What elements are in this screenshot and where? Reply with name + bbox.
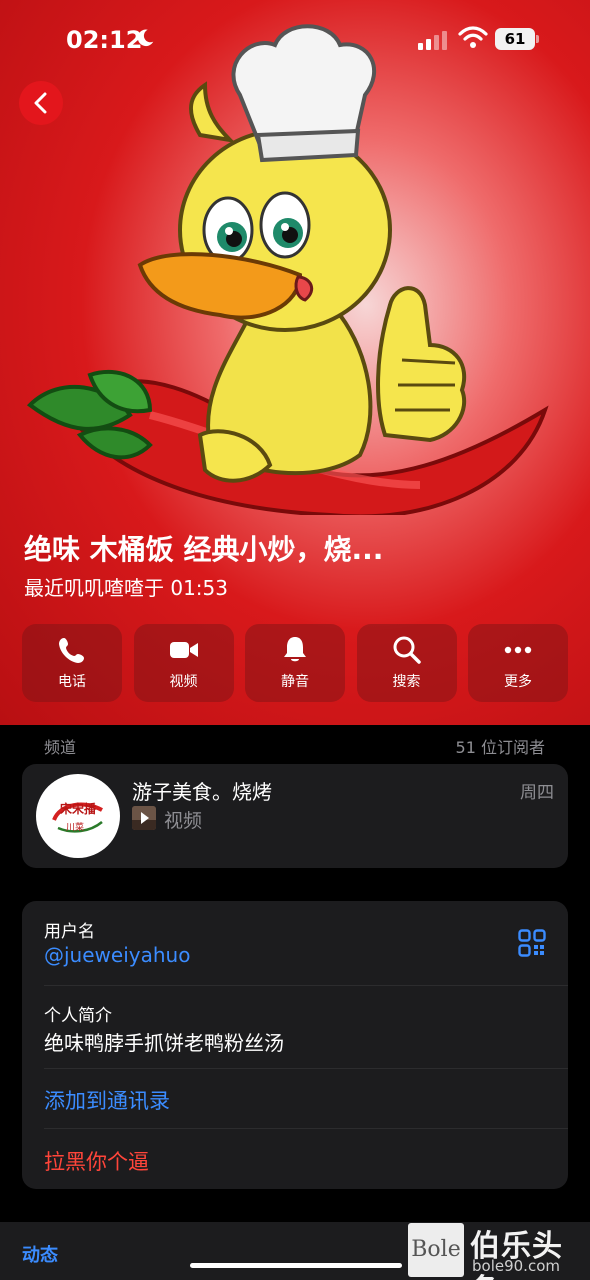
status-bar: 02:12 61 (0, 0, 590, 80)
profile-photo-duck-chef (26, 24, 549, 515)
search-label: 搜索 (392, 674, 421, 690)
profile-header: 02:12 61 绝味 木桶饭 经典小炒，烧... 最近叽叽喳喳于 01:53 (0, 0, 590, 725)
wifi-icon (458, 26, 488, 48)
back-button[interactable] (19, 81, 63, 125)
phone-icon (59, 638, 84, 663)
video-button[interactable]: 视频 (133, 624, 234, 702)
username-row[interactable]: 用户名 @jueweiyahuo (22, 901, 568, 985)
call-label: 电话 (58, 674, 86, 690)
watermark: Bole 伯乐头条 bole90.com (408, 1221, 590, 1280)
channel-avatar: 宋宋播 川菜 (36, 774, 120, 858)
more-button[interactable]: 更多 (468, 624, 568, 702)
add-to-contacts-row[interactable]: 添加到通讯录 (22, 1068, 568, 1128)
call-button[interactable]: 电话 (22, 624, 122, 702)
video-thumbnail (132, 806, 156, 830)
add-to-contacts-link[interactable]: 添加到通讯录 (44, 1085, 170, 1115)
channel-card[interactable]: 宋宋播 川菜 游子美食。烧烤 周四 视频 (22, 764, 568, 868)
channel-date: 周四 (520, 783, 554, 803)
last-seen-status: 最近叽叽喳喳于 01:53 (24, 576, 228, 600)
bell-icon (284, 637, 306, 662)
channel-logo-text-1: 宋宋播 (59, 802, 96, 816)
channel-logo-text-2: 川菜 (66, 823, 85, 833)
video-label: 视频 (169, 674, 198, 690)
channel-section-header: 频道 51 位订阅者 (0, 725, 590, 765)
more-dots-icon (504, 646, 532, 654)
watermark-logo: Bole (408, 1223, 464, 1277)
mute-button[interactable]: 静音 (245, 624, 345, 702)
battery-indicator: 61 (495, 28, 539, 50)
action-buttons: 电话 视频 静音 搜索 更多 (22, 624, 568, 702)
username-label: 用户名 (44, 922, 95, 942)
battery-level: 61 (495, 28, 535, 50)
video-camera-icon (169, 642, 198, 658)
block-user-link[interactable]: 拉黑你个逼 (44, 1146, 149, 1176)
home-indicator[interactable] (190, 1263, 402, 1268)
mute-label: 静音 (281, 674, 309, 690)
channel-name: 游子美食。烧烤 (132, 780, 272, 804)
chevron-left-icon (34, 92, 47, 114)
block-user-row[interactable]: 拉黑你个逼 (22, 1128, 568, 1189)
play-icon (132, 806, 156, 830)
channel-section-title: 频道 (44, 738, 77, 757)
profile-name: 绝味 木桶饭 经典小炒，烧... (24, 533, 384, 566)
status-time: 02:12 (66, 26, 143, 54)
search-icon (393, 636, 421, 664)
subscriber-count: 51 位订阅者 (455, 738, 545, 757)
qr-code-icon[interactable] (518, 929, 546, 957)
battery-tip (536, 35, 539, 43)
channel-last-message: 视频 (164, 810, 203, 832)
watermark-url: bole90.com (472, 1257, 560, 1275)
profile-info-card: 用户名 @jueweiyahuo 个人简介 绝味鸭脖手抓饼老鸭粉丝汤 添加到通讯… (22, 901, 568, 1189)
bio-row: 个人简介 绝味鸭脖手抓饼老鸭粉丝汤 (22, 985, 568, 1069)
search-button[interactable]: 搜索 (356, 624, 457, 702)
bio-text: 绝味鸭脖手抓饼老鸭粉丝汤 (44, 1031, 284, 1055)
cellular-signal-icon (418, 31, 447, 50)
moon-icon (137, 29, 154, 47)
tab-stories[interactable]: 动态 (22, 1241, 58, 1267)
more-label: 更多 (504, 674, 532, 690)
username-value[interactable]: @jueweiyahuo (44, 943, 190, 967)
bio-label: 个人简介 (44, 1006, 112, 1026)
